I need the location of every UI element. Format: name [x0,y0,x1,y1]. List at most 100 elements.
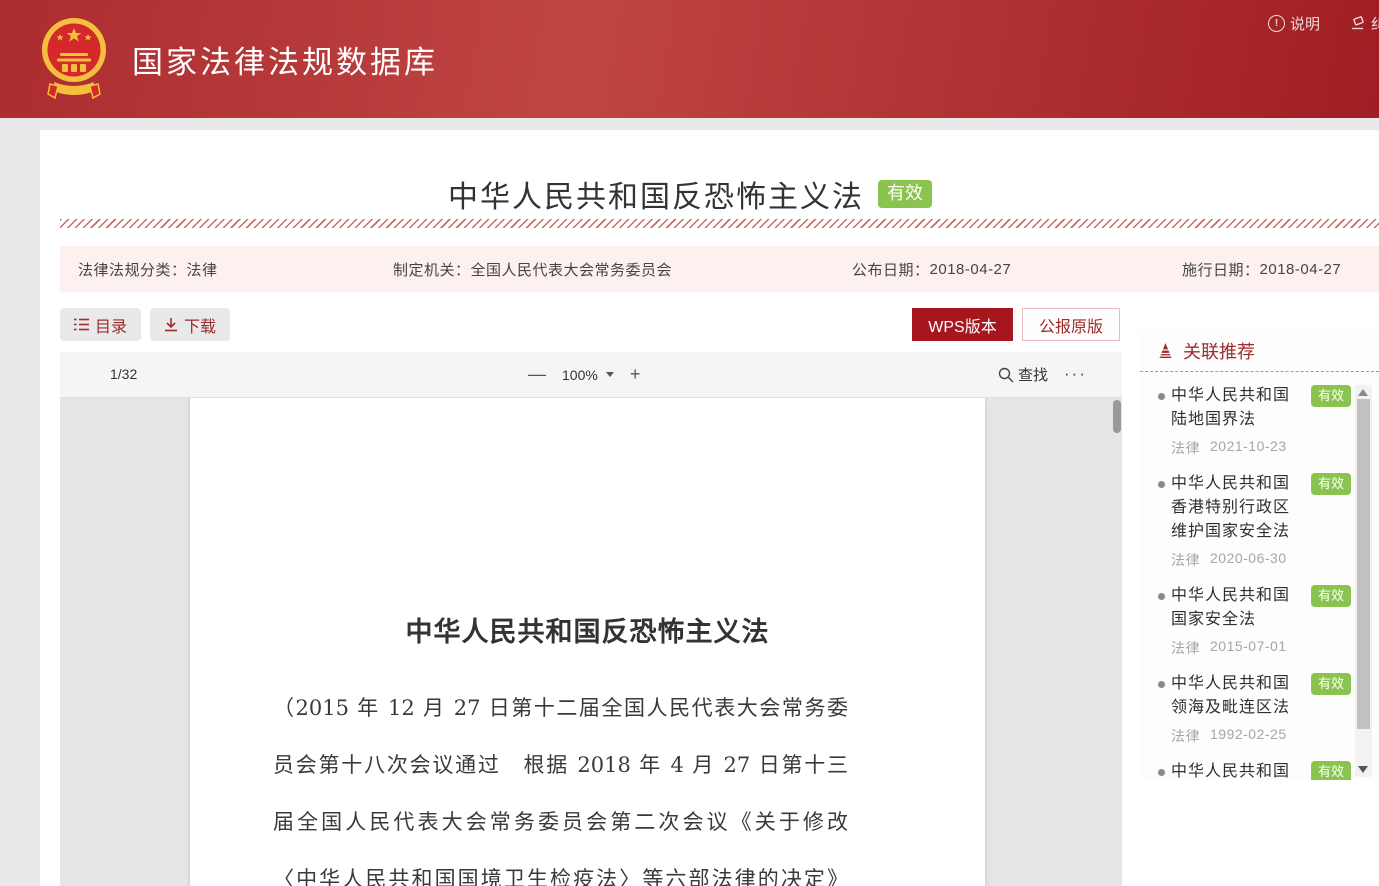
zoom-controls: — 100% + [528,352,640,397]
pdf-viewer: 1/32 — 100% + 查找 ··· [60,352,1122,886]
related-item-date: 1992-02-25 [1210,726,1287,746]
meta-field: 施行日期： 2018-04-27 [1182,246,1341,292]
download-button-label: 下载 [184,313,216,337]
related-list-item[interactable]: 中华人民共和国陆地国界法 有效 法律 2021-10-23 [1158,384,1351,458]
header-links: ! 说明 纠 [1268,13,1379,34]
meta-value: 全国人民代表大会常务委员会 [471,259,673,280]
find-button-label: 查找 [1018,364,1048,385]
bullet-icon [1158,769,1165,776]
meta-field: 公布日期： 2018-04-27 [852,246,1011,292]
gazette-version-label: 公报原版 [1039,313,1103,337]
brand[interactable]: 国家法律法规数据库 [40,12,438,106]
wps-version-label: WPS版本 [928,313,996,337]
download-button[interactable]: 下载 [150,308,230,341]
content-card: 中华人民共和国反恐怖主义法 有效 法律法规分类： 法律 制定机关： 全国人民代表… [40,130,1379,886]
related-item-date: 2021-10-23 [1210,438,1287,458]
zoom-out-button[interactable]: — [528,364,546,385]
site-title: 国家法律法规数据库 [132,37,438,82]
correction-link-label: 纠 [1371,13,1379,34]
related-item-meta: 法律 1992-02-25 [1171,726,1351,746]
related-item-status-badge: 有效 [1311,585,1351,607]
document-page: 中华人民共和国反恐怖主义法 （2015 年 12 月 27 日第十二届全国人民代… [190,398,985,886]
related-item-status-badge: 有效 [1311,673,1351,695]
related-list: 中华人民共和国陆地国界法 有效 法律 2021-10-23 中华人民共和国香港特… [1158,373,1351,780]
related-item-date: 2020-06-30 [1210,550,1287,570]
related-sidebar: 关联推荐 中华人民共和国陆地国界法 有效 法律 2021-10-23 [1140,330,1379,780]
bullet-icon [1158,481,1165,488]
meta-value: 2018-04-27 [930,261,1012,278]
sidebar-scrollbar[interactable] [1355,385,1372,777]
meta-label: 公布日期： [852,259,930,280]
beacon-icon [1157,342,1174,359]
related-item-status-badge: 有效 [1311,761,1351,780]
related-item-name: 中华人民共和国香港特别行政区维护国家安全法 [1171,472,1291,544]
more-options-button[interactable]: ··· [1064,352,1087,395]
related-item-status-badge: 有效 [1311,385,1351,407]
toc-button-label: 目录 [95,313,127,337]
wps-version-button[interactable]: WPS版本 [912,308,1013,341]
related-sidebar-header: 关联推荐 [1140,330,1379,372]
chevron-down-icon [606,372,614,377]
bullet-icon [1158,681,1165,688]
related-item-name: 中华人民共和国 [1171,760,1291,780]
bullet-icon [1158,393,1165,400]
meta-label: 法律法规分类： [78,259,187,280]
related-list-item[interactable]: 中华人民共和国香港特别行政区维护国家安全法 有效 法律 2020-06-30 [1158,472,1351,570]
related-list-item[interactable]: 中华人民共和国国家安全法 有效 法律 2015-07-01 [1158,584,1351,658]
list-icon [74,318,89,331]
scroll-down-arrow-icon[interactable] [1358,766,1368,773]
scroll-up-arrow-icon[interactable] [1358,389,1368,396]
viewer-scrollbar-thumb[interactable] [1113,400,1121,433]
related-list-item[interactable]: 中华人民共和国 有效 [1158,760,1351,780]
page: 国家法律法规数据库 ! 说明 纠 中华人民共和国反恐怖主义法 有效 [0,0,1379,886]
related-item-name: 中华人民共和国国家安全法 [1171,584,1291,632]
meta-label: 制定机关： [393,259,471,280]
meta-field: 制定机关： 全国人民代表大会常务委员会 [393,246,672,292]
meta-bar: 法律法规分类： 法律 制定机关： 全国人民代表大会常务委员会 公布日期： 201… [60,246,1379,292]
bullet-icon [1158,593,1165,600]
meta-value: 2018-04-27 [1260,261,1342,278]
related-item-type: 法律 [1171,438,1200,458]
related-item-type: 法律 [1171,726,1200,746]
meta-value: 法律 [187,259,218,280]
status-badge: 有效 [878,180,932,208]
doc-title: 中华人民共和国反恐怖主义法 [448,172,864,216]
viewer-canvas: 中华人民共和国反恐怖主义法 （2015 年 12 月 27 日第十二届全国人民代… [60,398,1122,886]
related-item-meta: 法律 2020-06-30 [1171,550,1351,570]
meta-label: 施行日期： [1182,259,1260,280]
help-link-label: 说明 [1290,13,1320,34]
eraser-icon [1350,16,1366,31]
document-text-line: 〈中华人民共和国国境卫生检疫法〉等六部法律的决定》 [273,851,848,886]
related-item-status-badge: 有效 [1311,473,1351,495]
national-emblem-logo [40,12,108,106]
related-list-item[interactable]: 中华人民共和国领海及毗连区法 有效 法律 1992-02-25 [1158,672,1351,746]
related-item-name: 中华人民共和国陆地国界法 [1171,384,1291,432]
related-item-meta: 法律 2021-10-23 [1171,438,1351,458]
document-page-text: （2015 年 12 月 27 日第十二届全国人民代表大会常务委 员会第十八次会… [273,680,848,886]
related-item-name: 中华人民共和国领海及毗连区法 [1171,672,1291,720]
related-item-date: 2015-07-01 [1210,638,1287,658]
document-page-title: 中华人民共和国反恐怖主义法 [190,610,985,649]
correction-link[interactable]: 纠 [1350,13,1379,34]
related-sidebar-title: 关联推荐 [1183,338,1255,364]
doc-header: 中华人民共和国反恐怖主义法 有效 [40,172,1340,216]
help-link[interactable]: ! 说明 [1268,13,1320,34]
sidebar-scrollbar-thumb[interactable] [1357,399,1370,729]
related-item-type: 法律 [1171,550,1200,570]
document-text-line: 员会第十八次会议通过 根据 2018 年 4 月 27 日第十三 [273,737,848,794]
document-text-line: 届全国人民代表大会常务委员会第二次会议《关于修改 [273,794,848,851]
viewer-toolbar: 1/32 — 100% + 查找 ··· [60,352,1122,398]
info-icon: ! [1268,15,1285,32]
site-header: 国家法律法规数据库 ! 说明 纠 [0,0,1379,118]
toc-button[interactable]: 目录 [60,308,141,341]
find-button[interactable]: 查找 [998,352,1048,397]
related-item-meta: 法律 2015-07-01 [1171,638,1351,658]
zoom-in-button[interactable]: + [630,364,641,385]
zoom-level-value: 100% [562,367,598,383]
search-icon [998,367,1014,383]
gazette-version-button[interactable]: 公报原版 [1022,308,1120,341]
zoom-level-select[interactable]: 100% [562,367,614,383]
download-icon [164,318,178,332]
meta-field: 法律法规分类： 法律 [78,246,218,292]
related-item-type: 法律 [1171,638,1200,658]
